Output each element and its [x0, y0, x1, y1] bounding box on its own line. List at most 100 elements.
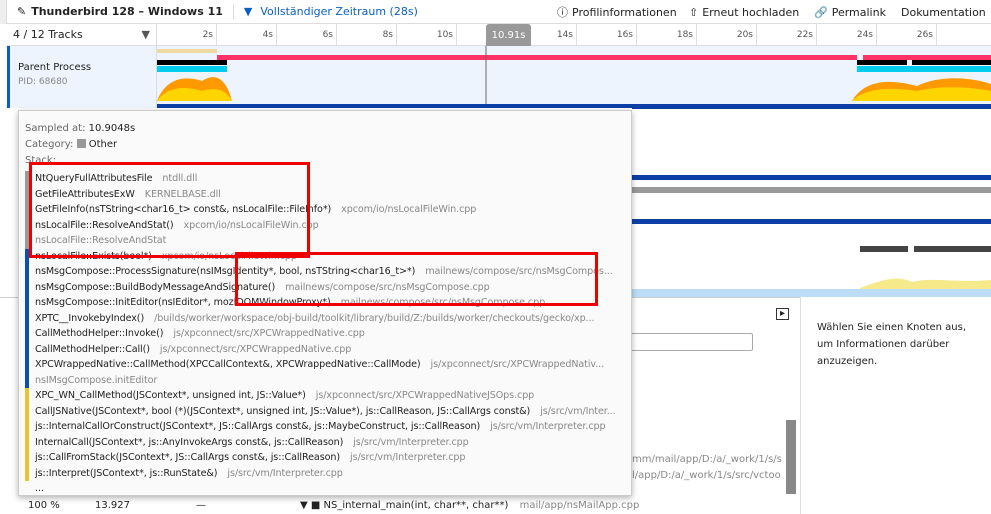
permalink-button[interactable]: 🔗 Permalink [814, 0, 886, 24]
stack-frame: ... [25, 481, 625, 495]
activity-graph[interactable] [157, 46, 991, 108]
frame-file: /builds/worker/workspace/obj-build/toolk… [154, 312, 595, 324]
axis-tick: 8s [337, 24, 397, 46]
label: Stack: [25, 155, 57, 166]
track-parent-process[interactable]: Parent Process PID: 68680 [7, 46, 991, 108]
running-pct: 100 % [28, 500, 60, 511]
left-edge [0, 0, 7, 24]
process-pid: PID: 68680 [18, 77, 68, 87]
stack-frame: nsMsgCompose::BuildBodyMessageAndSignatu… [25, 279, 625, 295]
call-tree-row[interactable]: ▼ ■ NS_internal_main(int, char**, char**… [300, 500, 639, 511]
scrollbar-thumb[interactable] [786, 420, 796, 494]
frame-function: XPTC__InvokebyIndex() [35, 312, 145, 324]
running-ms: 13.927 [95, 500, 130, 511]
top-bar: ✎ Thunderbird 128 – Windows 11 ▼ Vollständ… [0, 0, 991, 24]
axis-tick: 6s [277, 24, 337, 46]
profile-info-button[interactable]: ⓘ Profilinformationen [557, 0, 677, 24]
frame-file: js/xpconnect/src/XPCWrappedNativ... [430, 359, 605, 370]
stack-frame: js::Interpret(JSContext*, js::RunState&)… [25, 465, 625, 481]
stack-frame: js::InternalCallOrConstruct(JSContext*, … [25, 419, 625, 435]
frame-file: mailnews/compose/src/nsMsgCompos... [425, 266, 613, 277]
label: Permalink [831, 5, 886, 19]
docs-button[interactable]: Dokumentation↗ [901, 0, 991, 24]
profile-title[interactable]: ✎ Thunderbird 128 – Windows 11 [17, 5, 223, 18]
range-label: Vollständiger Zeitraum (28s) [260, 5, 418, 18]
timeline-axis: 2s 4s 6s 8s 10s 14s 16s 18s 20s 22s 24s 26s [157, 24, 991, 46]
axis-tick: 18s [637, 24, 697, 46]
frame-function: XPC_WN_CallMethod(JSContext*, unsigned i… [35, 390, 306, 401]
axis-tick: 4s [217, 24, 277, 46]
frame-function: CallJSNative(JSContext*, bool (*)(JSCont… [35, 405, 531, 417]
profile-name: Thunderbird 128 – Windows 11 [31, 5, 223, 18]
frame-file: xpcom/io/nsLocalFileWin.cpp [161, 250, 297, 262]
sidebar-hint: Wählen Sie einen Knoten aus, um Informat… [817, 322, 967, 367]
frame-file: js/src/vm/Interpreter.cpp [350, 452, 466, 463]
stack-frame: NtQueryFullAttributesFile ntdll.dll [25, 171, 625, 187]
frame-function: CallMethodHelper::Invoke() [35, 328, 164, 339]
stack-frame: XPCWrappedNative::CallMethod(XPCCallCont… [25, 357, 625, 373]
axis-tick: 16s [577, 24, 637, 46]
frame-file: ntdll.dll [162, 173, 198, 184]
frame-file: js/src/vm/Inter... [540, 405, 616, 417]
frame-function: js::CallFromStack(JSContext*, JS::CallAr… [35, 452, 340, 463]
track-label[interactable]: Parent Process PID: 68680 [7, 46, 157, 108]
stack-frame: nsLocalFile::ResolveAndStat() xpcom/io/ns… [25, 217, 625, 233]
stack-list: NtQueryFullAttributesFile ntdll.dll GetFil… [25, 171, 625, 495]
triangle-down-icon: ▼ [141, 28, 150, 41]
frame-function: nsLocalFile::ResolveAndStat [35, 235, 167, 246]
frame-file: js/xpconnect/src/XPCWrappedNativeJSOps.c… [315, 390, 535, 401]
frame-function: nsMsgCompose::ProcessSignature(nsIMsgIde… [35, 266, 416, 277]
stack-frame: js::CallFromStack(JSContext*, JS::CallAr… [25, 450, 625, 466]
sidebar-toggle-icon[interactable]: ▸ [776, 308, 789, 320]
self-ms: — [196, 500, 206, 511]
category-swatch [76, 139, 86, 148]
partial-path: mm/mail/app/D:/a/_work/1/s/s [632, 454, 782, 465]
frame-file: js/src/vm/Interpreter.cpp [490, 421, 606, 432]
frame-function: GetFileInfo(nsTString<char16_t> const&, … [35, 204, 332, 215]
axis-tick: 2s [157, 24, 217, 46]
axis-tick: 10s [397, 24, 457, 46]
file-name: mail/app/nsMailApp.cpp [519, 500, 640, 511]
stack-frame: nsLocalFile::ResolveAndStat [25, 233, 625, 249]
frame-function: ... [35, 483, 44, 494]
other-tracks[interactable] [632, 105, 991, 297]
frame-function: nsIMsgCompose.initEditor [35, 374, 158, 386]
frame-function: CallMethodHelper::Call() [35, 343, 150, 355]
frame-function: NtQueryFullAttributesFile [35, 173, 153, 184]
frame-function: nsLocalFile::ResolveAndStat() [35, 219, 174, 231]
frame-file: xpcom/io/nsLocalFileWin.cpp [183, 219, 319, 231]
stack-frame: GetFileInfo(nsTString<char16_t> const&, … [25, 202, 625, 218]
sample-tooltip: Sampled at: 10.9048s Category: Other Sta… [18, 110, 632, 496]
category-name: Other [88, 139, 118, 150]
stack-frame: CallMethodHelper::Call() js/xpconnect/src… [25, 341, 625, 357]
axis-tick: 26s [877, 24, 937, 46]
frame-file: js/xpconnect/src/XPCWrappedNative.cpp [173, 328, 365, 339]
frame-function: nsMsgCompose::BuildBodyMessageAndSignatu… [35, 281, 276, 293]
frame-file: KERNELBASE.dll [144, 188, 221, 200]
frame-file: js/src/vm/Interpreter.cpp [353, 436, 469, 448]
frame-function: js::InternalCallOrConstruct(JSContext*, … [35, 421, 481, 432]
track-count: 4 / 12 Tracks [13, 28, 83, 41]
link-icon: 🔗 [814, 5, 828, 19]
frame-function: GetFileAttributesExW [35, 188, 135, 200]
frame-function: InternalCall(JSContext*, js::AnyInvokeAr… [35, 436, 344, 448]
range-breadcrumb[interactable]: ▼ Vollständiger Zeitraum (28s) [244, 5, 418, 18]
twisty-icon[interactable]: ▼ ■ [300, 500, 324, 511]
stack-frame: XPTC__InvokebyIndex() /builds/worker/work… [25, 310, 625, 326]
axis-tick: 22s [757, 24, 817, 46]
frame-file: js/src/vm/Interpreter.cpp [227, 467, 343, 479]
label: Category: [25, 139, 74, 150]
reupload-button[interactable]: ⇧ Erneut hochladen [689, 0, 799, 24]
label: Dokumentation [901, 5, 986, 19]
frame-file: mailnews/compose/src/nsMsgCompose.cpp [340, 297, 546, 308]
frame-function: nsMsgCompose::InitEditor(nsIEditor*, moz… [35, 297, 331, 308]
sidebar-panel: Wählen Sie einen Knoten aus, um Informat… [800, 297, 991, 514]
frame-file: js/xpconnect/src/XPCWrappedNative.cpp [159, 343, 352, 355]
label: Profilinformationen [572, 5, 677, 19]
frame-file: mailnews/compose/src/nsMsgCompose.cpp [285, 281, 490, 293]
function-name: NS_internal_main(int, char**, char**) [323, 500, 509, 511]
axis-tick: 20s [697, 24, 757, 46]
tracks-dropdown[interactable]: 4 / 12 Tracks ▼ [7, 24, 157, 46]
axis-tick: 24s [817, 24, 877, 46]
sampled-time: 10.9048s [88, 123, 136, 134]
